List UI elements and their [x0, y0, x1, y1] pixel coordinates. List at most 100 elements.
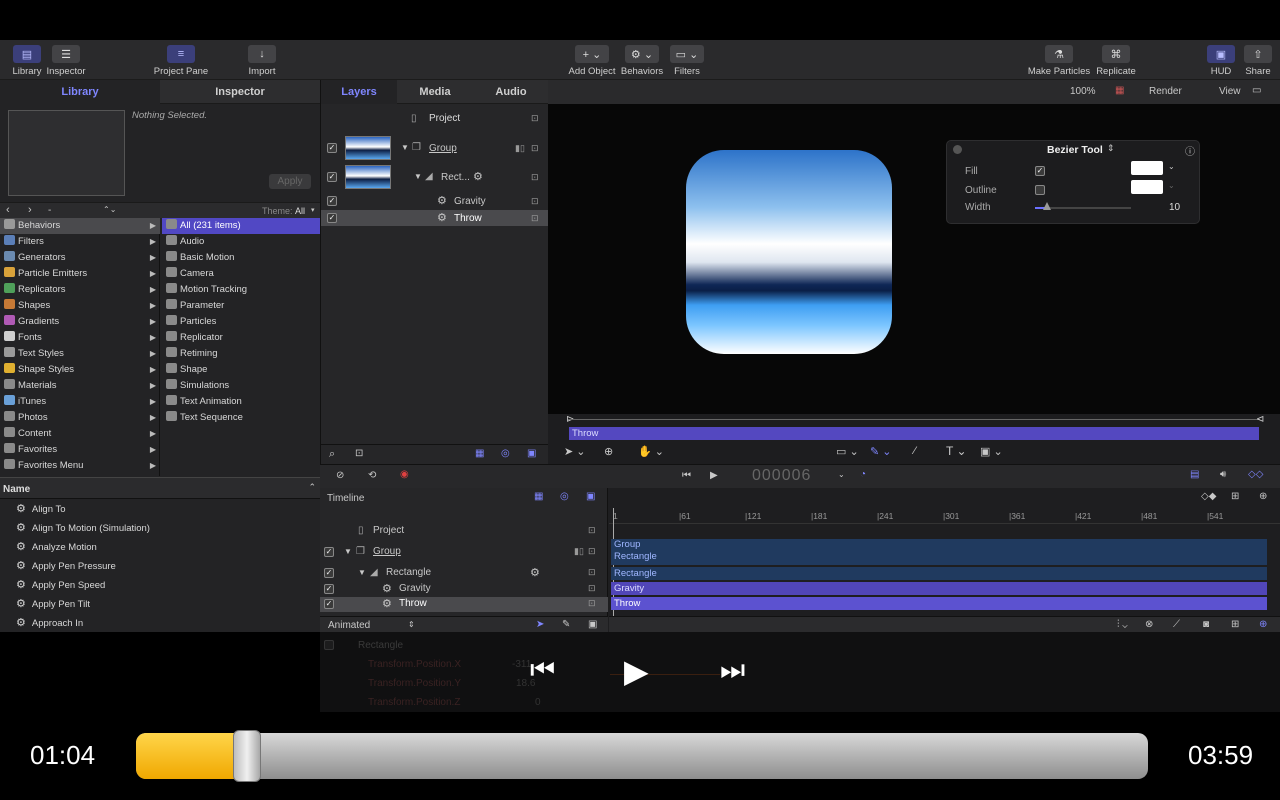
sort-icon[interactable]: ⌃	[308, 482, 316, 493]
tab-inspector[interactable]: Inspector	[160, 80, 320, 104]
curve-icon[interactable]: ⟋	[1173, 619, 1180, 630]
layer-row-rectangle[interactable]: ✓ ▼ ◢ Rect... ⚙ ⊡	[321, 164, 549, 190]
behavior-item[interactable]: ⚙ Apply Pen Pressure	[0, 557, 320, 576]
mute-icon[interactable]: ⊘	[336, 470, 344, 481]
bezier-tool-icon[interactable]: ✎ ⌄	[870, 445, 892, 458]
rectangle-track-bar[interactable]: Rectangle	[611, 567, 1267, 580]
mask-tool-icon[interactable]: ▣ ⌄	[980, 445, 1003, 458]
timeline-ruler[interactable]: 1 |61 |121 |181 |241 |301 |361 |421 |481 |541	[609, 508, 1280, 524]
library-path[interactable]: -	[48, 205, 51, 216]
lock-icon[interactable]: ⊡	[531, 172, 539, 183]
rect-enable-checkbox[interactable]: ✓	[327, 172, 337, 182]
behavior-item[interactable]: ⚙ Approach In	[0, 614, 320, 632]
keyframe-nav-icon[interactable]: ◇◆	[1201, 491, 1216, 502]
lock-icon[interactable]: ⊡	[531, 196, 539, 207]
loop-icon[interactable]: ⟲	[368, 470, 376, 481]
fill-color-well[interactable]	[1131, 161, 1163, 175]
zoom-dropdown[interactable]: 100%	[1070, 86, 1096, 97]
progress-track[interactable]	[136, 730, 1148, 782]
category-photos[interactable]: Photos ▶	[0, 410, 160, 426]
audio-icon[interactable]: 🔊︎	[1220, 469, 1226, 480]
category-favorites-menu[interactable]: Favorites Menu ▶	[0, 458, 160, 474]
category-materials[interactable]: Materials ▶	[0, 378, 160, 394]
disclosure-triangle-icon[interactable]: ▼	[344, 547, 352, 556]
tab-library[interactable]: Library	[0, 80, 160, 104]
category-text-styles[interactable]: Text Styles ▶	[0, 346, 160, 362]
layout-icon[interactable]: ▭	[1252, 85, 1261, 96]
timecode-display[interactable]: 000006	[752, 467, 811, 485]
timeline-row-throw[interactable]: ✓ ⚙ Throw ⊡	[320, 597, 608, 612]
subcategory-item[interactable]: Retiming	[162, 346, 320, 362]
record-icon[interactable]: ◉	[400, 469, 409, 480]
paint-stroke-icon[interactable]: ⁄	[914, 445, 916, 457]
tab-media[interactable]: Media	[397, 80, 473, 104]
subcategory-item[interactable]: Particles	[162, 314, 320, 330]
behavior-item[interactable]: ⚙ Align To Motion (Simulation)	[0, 519, 320, 538]
show-behaviors-icon[interactable]: ◎	[560, 491, 569, 502]
subcategory-item[interactable]: Text Sequence	[162, 410, 320, 426]
subcategory-item[interactable]: Simulations	[162, 378, 320, 394]
subcategory-item[interactable]: Audio	[162, 234, 320, 250]
lock-icon[interactable]: ⊡	[588, 525, 596, 536]
play-range-out-icon[interactable]: ⊲	[1256, 414, 1264, 425]
chevron-down-icon[interactable]: ⌄	[1168, 162, 1175, 171]
select-arrow-icon[interactable]: ➤ ⌄	[564, 445, 586, 458]
subcategory-item[interactable]: Text Animation	[162, 394, 320, 410]
lock-icon[interactable]: ⊡	[531, 113, 539, 124]
show-filters-icon[interactable]: ▣	[586, 491, 595, 502]
timing-icon[interactable]: ◔	[860, 469, 866, 480]
isolate-icon[interactable]: ▮▯	[574, 546, 584, 557]
search-icon[interactable]: ⌕	[329, 448, 335, 461]
timeline-row-project[interactable]: ▯ Project ⊡	[320, 524, 608, 538]
animated-dropdown[interactable]: Animated	[328, 620, 370, 631]
clear-icon[interactable]: ⊗	[1145, 619, 1153, 630]
audio-waveform-icon[interactable]: ⫶ ⌄	[1117, 619, 1128, 630]
rect-enable-checkbox[interactable]: ✓	[324, 568, 334, 578]
view-dropdown[interactable]: View	[1219, 86, 1241, 97]
disclosure-triangle-icon[interactable]: ▼	[401, 143, 409, 152]
disclosure-triangle-icon[interactable]: ▼	[358, 568, 366, 577]
lock-icon[interactable]: ⊡	[531, 213, 539, 224]
category-fonts[interactable]: Fonts ▶	[0, 330, 160, 346]
category-shape-styles[interactable]: Shape Styles ▶	[0, 362, 160, 378]
skip-back-icon[interactable]: ⏮	[530, 654, 555, 687]
lock-icon[interactable]: ⊡	[588, 567, 596, 578]
back-arrow-icon[interactable]: ‹	[6, 204, 10, 216]
outline-color-well[interactable]	[1131, 180, 1163, 194]
thumbnail-toggle-icon[interactable]: ⊡	[355, 448, 363, 459]
category-gradients[interactable]: Gradients ▶	[0, 314, 160, 330]
category-particle-emitters[interactable]: Particle Emitters ▶	[0, 266, 160, 282]
gravity-enable-checkbox[interactable]: ✓	[324, 584, 334, 594]
subcategory-item[interactable]: All (231 items)	[162, 218, 320, 234]
group-enable-checkbox[interactable]: ✓	[327, 143, 337, 153]
zoom-icon[interactable]: ⊕	[1259, 491, 1267, 502]
gear-icon[interactable]: ⚙	[530, 566, 540, 579]
timeline-view-icon[interactable]: ▤	[1190, 469, 1199, 480]
category-shapes[interactable]: Shapes ▶	[0, 298, 160, 314]
category-filters[interactable]: Filters ▶	[0, 234, 160, 250]
zoom-icon[interactable]: ⊕	[1259, 619, 1267, 630]
library-button[interactable]: ▤ Library	[8, 45, 46, 77]
show-layers-icon[interactable]: ▦	[534, 491, 543, 502]
layer-row-throw[interactable]: ✓ ⚙ Throw ⊡	[321, 210, 549, 226]
category-content[interactable]: Content ▶	[0, 426, 160, 442]
behaviors-button[interactable]: ⚙ ⌄ Behaviors	[620, 45, 664, 77]
show-layers-icon[interactable]: ▦	[475, 448, 484, 459]
color-channels-icon[interactable]: ▦	[1115, 85, 1124, 96]
play-icon[interactable]: ▶	[710, 470, 718, 481]
go-to-start-icon[interactable]: ⏮	[682, 470, 691, 481]
make-particles-button[interactable]: ⚗ Make Particles	[1026, 45, 1092, 77]
replicate-button[interactable]: ⌘ Replicate	[1094, 45, 1138, 77]
chevron-down-icon[interactable]: ⌄	[838, 470, 845, 479]
subcategory-item[interactable]: Motion Tracking	[162, 282, 320, 298]
theme-value[interactable]: All	[295, 206, 305, 216]
camera-icon[interactable]: ◙	[1203, 619, 1209, 630]
theme-dropdown-icon[interactable]: ▾	[311, 206, 315, 214]
snapping-icon[interactable]: ⊞	[1231, 491, 1239, 502]
show-behaviors-icon[interactable]: ◎	[501, 448, 510, 459]
filters-button[interactable]: ▭ ⌄ Filters	[668, 45, 706, 77]
add-object-button[interactable]: + ⌄ Add Object	[566, 45, 618, 77]
category-generators[interactable]: Generators ▶	[0, 250, 160, 266]
arrow-tool-icon[interactable]: ➤	[536, 619, 544, 630]
throw-enable-checkbox[interactable]: ✓	[327, 213, 337, 223]
